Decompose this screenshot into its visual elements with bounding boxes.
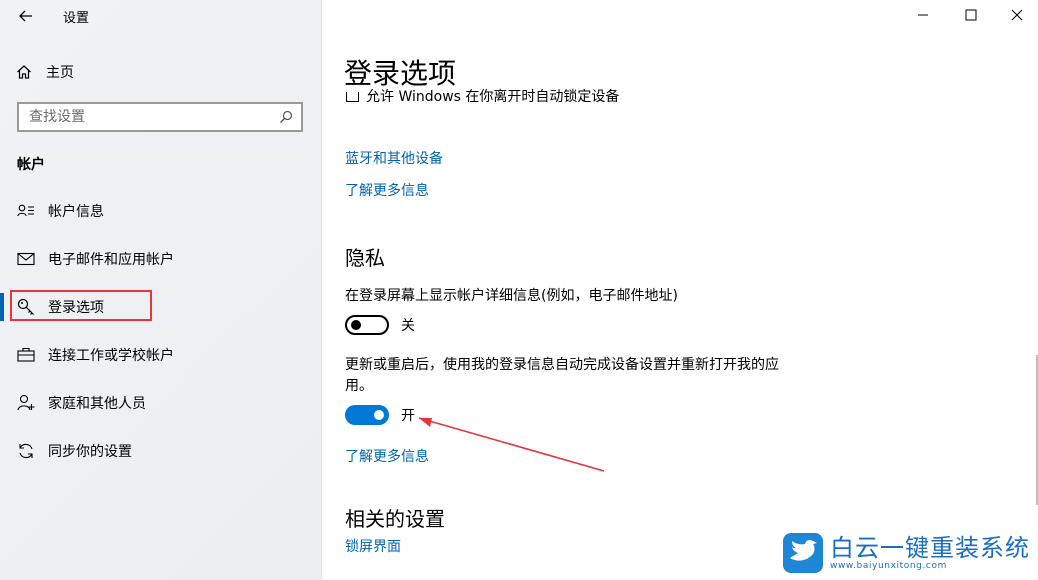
minimize-icon <box>918 14 928 16</box>
annotation-highlight-box <box>10 290 152 321</box>
content-pane: 登录选项 允许 Windows 在你离开时自动锁定设备 蓝牙和其他设备 了解更多… <box>322 0 1038 580</box>
sidebar-item-label: 家庭和其他人员 <box>48 396 146 412</box>
show-account-details-toggle[interactable] <box>345 315 389 335</box>
search-input[interactable] <box>27 108 279 126</box>
nav-home[interactable]: 主页 <box>16 58 74 86</box>
close-button[interactable] <box>994 0 1038 30</box>
privacy-learn-more-link[interactable]: 了解更多信息 <box>345 446 429 466</box>
account-info-icon <box>16 201 36 221</box>
watermark: 白云一键重装系统 www.baiyunxitong.com <box>782 532 1030 574</box>
person-add-icon <box>16 393 36 413</box>
minimize-button[interactable] <box>900 0 946 30</box>
watermark-url: www.baiyunxitong.com <box>830 560 947 571</box>
toggle-state-label: 开 <box>401 408 415 424</box>
bluetooth-devices-link[interactable]: 蓝牙和其他设备 <box>345 148 443 168</box>
sidebar-item-account-info[interactable]: 帐户信息 <box>0 189 321 233</box>
show-account-details-desc: 在登录屏幕上显示帐户详细信息(例如，电子邮件地址) <box>345 288 678 304</box>
auto-lock-checkbox-label: 允许 Windows 在你离开时自动锁定设备 <box>366 89 620 102</box>
mail-icon <box>16 249 36 269</box>
sidebar-item-label: 连接工作或学校帐户 <box>48 348 174 364</box>
privacy-heading: 隐私 <box>345 246 385 270</box>
sidebar-item-family[interactable]: 家庭和其他人员 <box>0 381 321 425</box>
sidebar-item-work-school[interactable]: 连接工作或学校帐户 <box>0 333 321 377</box>
auto-finish-setup-toggle[interactable] <box>345 405 389 425</box>
related-settings-heading: 相关的设置 <box>345 507 445 531</box>
search-icon[interactable] <box>279 110 293 124</box>
sidebar-item-email[interactable]: 电子邮件和应用帐户 <box>0 237 321 281</box>
home-icon <box>17 65 31 79</box>
auto-finish-setup-desc: 更新或重启后，使用我的登录信息自动完成设备设置并重新打开我的应用。 <box>345 357 779 394</box>
maximize-button[interactable] <box>948 0 994 30</box>
auto-finish-setup-row: 开 <box>345 404 415 426</box>
sidebar-item-label: 同步你的设置 <box>48 444 132 460</box>
briefcase-icon <box>16 345 36 365</box>
back-arrow-icon <box>19 10 32 22</box>
close-icon <box>1011 9 1023 21</box>
learn-more-link[interactable]: 了解更多信息 <box>345 180 429 200</box>
nav-home-label: 主页 <box>46 65 74 81</box>
section-heading-accounts: 帐户 <box>17 157 45 173</box>
sync-icon <box>16 441 36 461</box>
bird-logo-icon <box>783 533 823 573</box>
sidebar: 设置 主页 帐户 帐户信息 电子邮件和应用 <box>0 0 322 580</box>
sidebar-item-sync[interactable]: 同步你的设置 <box>0 429 321 473</box>
lock-screen-link[interactable]: 锁屏界面 <box>345 536 401 556</box>
toggle-state-label: 关 <box>401 318 415 334</box>
sidebar-item-label: 电子邮件和应用帐户 <box>48 252 174 268</box>
watermark-title: 白云一键重装系统 <box>830 533 1030 562</box>
back-button[interactable] <box>14 4 38 28</box>
app-title: 设置 <box>63 11 90 26</box>
auto-lock-checkbox[interactable] <box>346 92 359 102</box>
sidebar-item-label: 帐户信息 <box>48 204 104 220</box>
show-account-details-row: 关 <box>345 314 415 336</box>
maximize-icon <box>965 9 977 21</box>
search-box[interactable] <box>17 102 303 132</box>
